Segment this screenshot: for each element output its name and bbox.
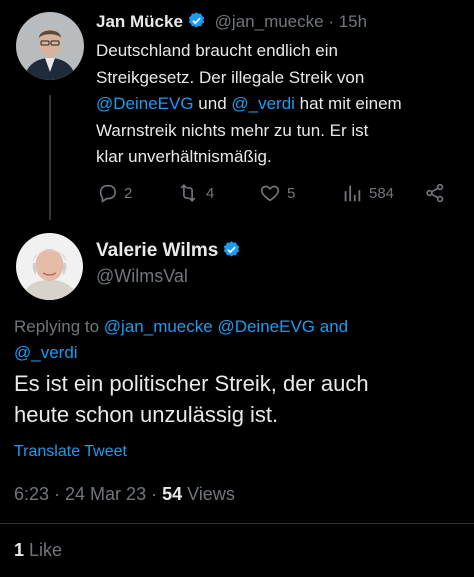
likes-summary[interactable]: 1 Like bbox=[14, 540, 62, 561]
tweet1-text-line: Warnstreik nichts mehr zu tun. Er ist bbox=[96, 118, 466, 145]
like-icon bbox=[260, 185, 280, 202]
replying-to: Replying to @jan_muecke @DeineEVG and @_… bbox=[14, 314, 348, 366]
reply-count: 2 bbox=[124, 184, 133, 202]
tweet-meta: 6:23 · 24 Mar 23 · 54 Views bbox=[14, 484, 235, 505]
tweet2-text-line1: Es ist ein politischer Streik, der auch bbox=[14, 371, 369, 396]
thread-connector-line bbox=[49, 95, 51, 220]
avatar-jan-muecke[interactable] bbox=[16, 12, 84, 80]
retweet-button[interactable]: 4 bbox=[176, 182, 214, 204]
views-count: 584 bbox=[369, 184, 395, 202]
tweet1-text-segment: hat mit einem bbox=[294, 94, 402, 113]
tweet1-text-line: klar unverhältnismäßig. bbox=[96, 144, 466, 171]
verified-badge-icon bbox=[224, 241, 240, 257]
views-button[interactable]: 584 bbox=[341, 182, 394, 204]
translate-tweet-link[interactable]: Translate Tweet bbox=[14, 443, 127, 461]
author-name[interactable]: Jan Mücke bbox=[96, 12, 183, 31]
author-name[interactable]: Valerie Wilms bbox=[96, 240, 218, 261]
tweet1-text-line: Deutschland braucht endlich ein bbox=[96, 38, 466, 65]
avatar-valerie-wilms-image bbox=[16, 233, 83, 300]
tweet1-text-line: @DeineEVG und @_verdi hat mit einem bbox=[96, 91, 466, 118]
views-count: 54 bbox=[162, 484, 183, 504]
tweet1-text-segment: klar unverhältnismäßig. bbox=[96, 147, 272, 166]
retweet-icon bbox=[180, 184, 196, 202]
mention-link[interactable]: @DeineEVG bbox=[96, 94, 194, 113]
mention-link[interactable]: @_verdi bbox=[231, 94, 295, 113]
replying-users[interactable]: @jan_muecke @DeineEVG and bbox=[104, 317, 348, 336]
timestamp[interactable]: 6:23 · 24 Mar 23 · bbox=[14, 484, 162, 504]
views-icon bbox=[344, 185, 361, 202]
tweet1-text-segment: Streikgesetz. Der illegale Streik von bbox=[96, 67, 365, 87]
tweet1-text-line: Streikgesetz. Der illegale Streik von bbox=[96, 65, 466, 92]
tweet2-author: Valerie Wilms bbox=[96, 240, 241, 262]
avatar-valerie-wilms[interactable] bbox=[16, 233, 83, 300]
likes-label: Like bbox=[29, 540, 63, 560]
tweet1-text-segment: Warnstreik nichts mehr zu tun. Er ist bbox=[96, 120, 369, 140]
tweet2-text-line2: heute schon unzulässig ist. bbox=[14, 402, 279, 427]
replying-prefix: Replying to bbox=[14, 317, 100, 336]
retweet-count: 4 bbox=[206, 184, 215, 202]
author-handle-time[interactable]: @jan_muecke · 15h bbox=[215, 12, 367, 31]
tweet1-text-segment: und bbox=[193, 94, 232, 113]
like-button[interactable]: 5 bbox=[259, 182, 295, 204]
tweet1-text: Deutschland braucht endlich ein Streikges… bbox=[96, 38, 466, 171]
share-button[interactable] bbox=[424, 182, 446, 204]
share-icon bbox=[426, 183, 444, 203]
tweet1-header: Jan Mücke @jan_muecke · 15h bbox=[96, 11, 367, 32]
views-label: Views bbox=[187, 484, 235, 504]
verified-badge-icon bbox=[188, 12, 205, 28]
author-handle[interactable]: @WilmsVal bbox=[96, 266, 188, 287]
reply-icon bbox=[99, 184, 117, 203]
replying-user-verdi[interactable]: @_verdi bbox=[14, 343, 78, 362]
like-count: 5 bbox=[287, 184, 296, 202]
avatar-jan-muecke-image bbox=[16, 12, 84, 80]
tweet1-text-segment: Deutschland braucht endlich ein bbox=[96, 41, 338, 60]
tweet2-text: Es ist ein politischer Streik, der auch … bbox=[14, 368, 464, 430]
likes-count: 1 bbox=[14, 540, 25, 560]
divider bbox=[0, 523, 474, 524]
reply-button[interactable]: 2 bbox=[96, 182, 132, 204]
